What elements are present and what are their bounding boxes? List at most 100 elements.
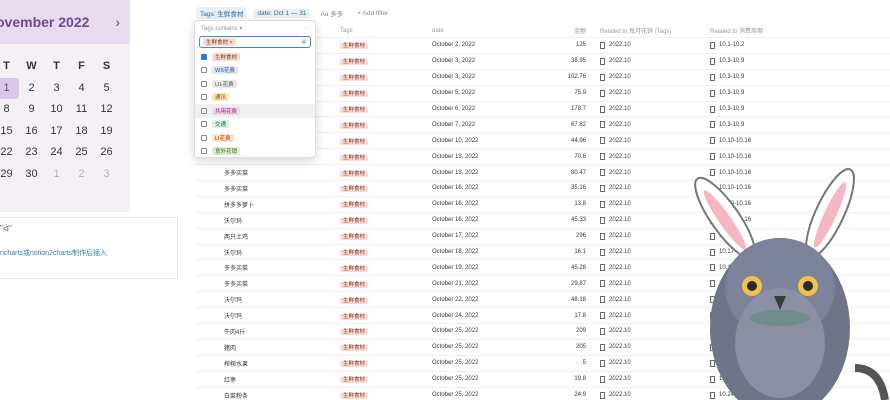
relation-link[interactable]: 2022.10 [609, 170, 631, 176]
cell-date[interactable]: October 5, 2022 [426, 90, 522, 96]
relation-link[interactable]: 2022.10 [609, 281, 631, 287]
cell-amount[interactable]: 102.76 [522, 74, 592, 80]
tag-pill[interactable]: 生鲜食材 [340, 265, 369, 272]
cell-date[interactable]: October 25, 2022 [426, 328, 522, 334]
calendar-day[interactable]: 4 [69, 78, 94, 100]
relation-link[interactable]: 2022.10 [609, 58, 631, 64]
cell-date[interactable]: October 24, 2022 [426, 313, 522, 319]
calendar-day[interactable]: 15 [0, 121, 19, 143]
cell-name[interactable]: 多多买菜 [196, 184, 334, 193]
cell-amount[interactable]: 17.8 [522, 313, 592, 319]
add-filter-button[interactable]: + Add filter [353, 9, 392, 18]
dropdown-option[interactable]: LI花费 [195, 131, 315, 145]
dropdown-option[interactable]: 共用花费 [195, 104, 315, 118]
relation-link[interactable]: 2022.10 [609, 42, 631, 48]
tag-pill[interactable]: 生鲜食材 [340, 361, 369, 368]
cell-date[interactable]: October 13, 2022 [426, 154, 522, 160]
checkbox[interactable] [201, 121, 207, 128]
cell-amount[interactable]: 296 [522, 233, 592, 239]
relation-link[interactable]: 2022.10 [609, 328, 631, 334]
relation-link[interactable]: 2022.10 [609, 249, 631, 255]
relation-link[interactable]: 2022.10 [609, 74, 631, 80]
tag-pill[interactable]: 生鲜食材 [340, 75, 369, 82]
cell-amount[interactable]: 19.8 [522, 376, 592, 382]
more-icon[interactable]: ··· [303, 25, 309, 32]
checkbox[interactable] [201, 67, 207, 74]
cell-amount[interactable]: 38.95 [522, 58, 592, 64]
cell-name[interactable]: 白菜粉条 [196, 391, 334, 400]
tag-pill[interactable]: 生鲜食材 [340, 393, 369, 400]
calendar-day[interactable]: 10 [44, 99, 69, 121]
relation-link[interactable]: 2022.10 [609, 185, 631, 191]
relation-link[interactable]: 2022.10 [609, 313, 631, 319]
cell-name[interactable]: 猪肉 [196, 343, 334, 352]
cell-amount[interactable]: 178.7 [522, 106, 592, 112]
calendar-day[interactable]: 2 [19, 78, 44, 100]
checkbox[interactable] [201, 80, 207, 87]
cell-amount[interactable]: 16.1 [522, 249, 592, 255]
cell-name[interactable]: 牛肉4斤 [196, 327, 334, 336]
relation-link[interactable]: 2022.10 [609, 344, 631, 350]
calendar-day[interactable]: 18 [69, 121, 94, 143]
column-header-amount[interactable]: 金额 [522, 26, 592, 35]
selected-chip[interactable]: 生鲜食材 × [203, 38, 236, 46]
cell-date[interactable]: October 25, 2022 [426, 392, 522, 398]
cell-date[interactable]: October 19, 2022 [426, 265, 522, 271]
dropdown-option[interactable]: 生鲜食材 [195, 50, 315, 64]
checkbox[interactable] [201, 107, 207, 114]
checkbox[interactable] [201, 94, 207, 101]
cell-amount[interactable]: 75.9 [522, 90, 592, 96]
relation-link[interactable]: 2022.10 [609, 376, 631, 382]
tag-pill[interactable]: 生鲜食材 [340, 186, 369, 193]
cell-date[interactable]: October 21, 2022 [426, 281, 522, 287]
relation-link[interactable]: 2022.10 [609, 360, 631, 366]
cell-date[interactable]: October 25, 2022 [426, 376, 522, 382]
cell-name[interactable]: 沃尔玛 [196, 311, 334, 320]
dropdown-title[interactable]: Tags contains ▾ [201, 25, 242, 32]
cell-amount[interactable]: 5 [522, 360, 592, 366]
checkbox[interactable] [201, 134, 207, 141]
cell-date[interactable]: October 2, 2022 [426, 42, 522, 48]
calendar-day[interactable]: 17 [44, 121, 69, 143]
column-header-tags[interactable]: Tags [334, 28, 426, 34]
tag-pill[interactable]: 生鲜食材 [340, 218, 369, 225]
cell-date[interactable]: October 25, 2022 [426, 360, 522, 366]
calendar-day[interactable]: 29 [0, 164, 19, 186]
relation-link[interactable]: 10.3-10.9 [719, 74, 744, 80]
note-link[interactable]: ncharts或notion2charts制作后插入 [0, 248, 107, 258]
calendar-day[interactable]: 23 [19, 142, 44, 164]
cell-name[interactable]: 多多买菜 [196, 168, 334, 177]
column-header-period[interactable]: Related to 消费周期 [700, 26, 810, 35]
tag-pill[interactable]: 生鲜食材 [340, 59, 369, 66]
relation-link[interactable]: 10.3-10.9 [719, 58, 744, 64]
dropdown-option[interactable]: 通讯 [195, 91, 315, 105]
relation-link[interactable]: 2022.10 [609, 201, 631, 207]
cell-name[interactable]: 沃尔玛 [196, 248, 334, 257]
cell-amount[interactable]: 70.6 [522, 154, 592, 160]
tag-pill[interactable]: 生鲜食材 [340, 250, 369, 257]
cell-name[interactable]: 拼多多萝卜 [196, 200, 334, 209]
relation-link[interactable]: 10.3-10.9 [719, 90, 744, 96]
cell-date[interactable]: October 16, 2022 [426, 185, 522, 191]
dropdown-search-input[interactable]: 生鲜食材 × ⊗ [199, 36, 311, 48]
calendar-day[interactable]: 11 [69, 99, 94, 121]
cell-date[interactable]: October 3, 2022 [426, 74, 522, 80]
cell-amount[interactable]: 48.18 [522, 297, 592, 303]
tag-pill[interactable]: 生鲜食材 [340, 91, 369, 98]
cell-amount[interactable]: 44.96 [522, 138, 592, 144]
cell-date[interactable]: October 10, 2022 [426, 138, 522, 144]
cell-date[interactable]: October 16, 2022 [426, 217, 522, 223]
dropdown-option[interactable]: 意外花销 [195, 145, 315, 159]
relation-link[interactable]: 10.10-10.16 [719, 154, 751, 160]
cell-date[interactable]: October 17, 2022 [426, 233, 522, 239]
cell-name[interactable]: 榨榨水果 [196, 359, 334, 368]
cell-amount[interactable]: 205 [522, 344, 592, 350]
dropdown-option[interactable]: WS花费 [195, 64, 315, 78]
relation-link[interactable]: 2022.10 [609, 233, 631, 239]
cell-amount[interactable]: 209 [522, 328, 592, 334]
cell-date[interactable]: October 7, 2022 [426, 122, 522, 128]
cell-name[interactable]: 沃尔玛 [196, 295, 334, 304]
cell-amount[interactable]: 45.28 [522, 265, 592, 271]
calendar-day[interactable]: 19 [94, 121, 119, 143]
cell-amount[interactable]: 13.8 [522, 201, 592, 207]
